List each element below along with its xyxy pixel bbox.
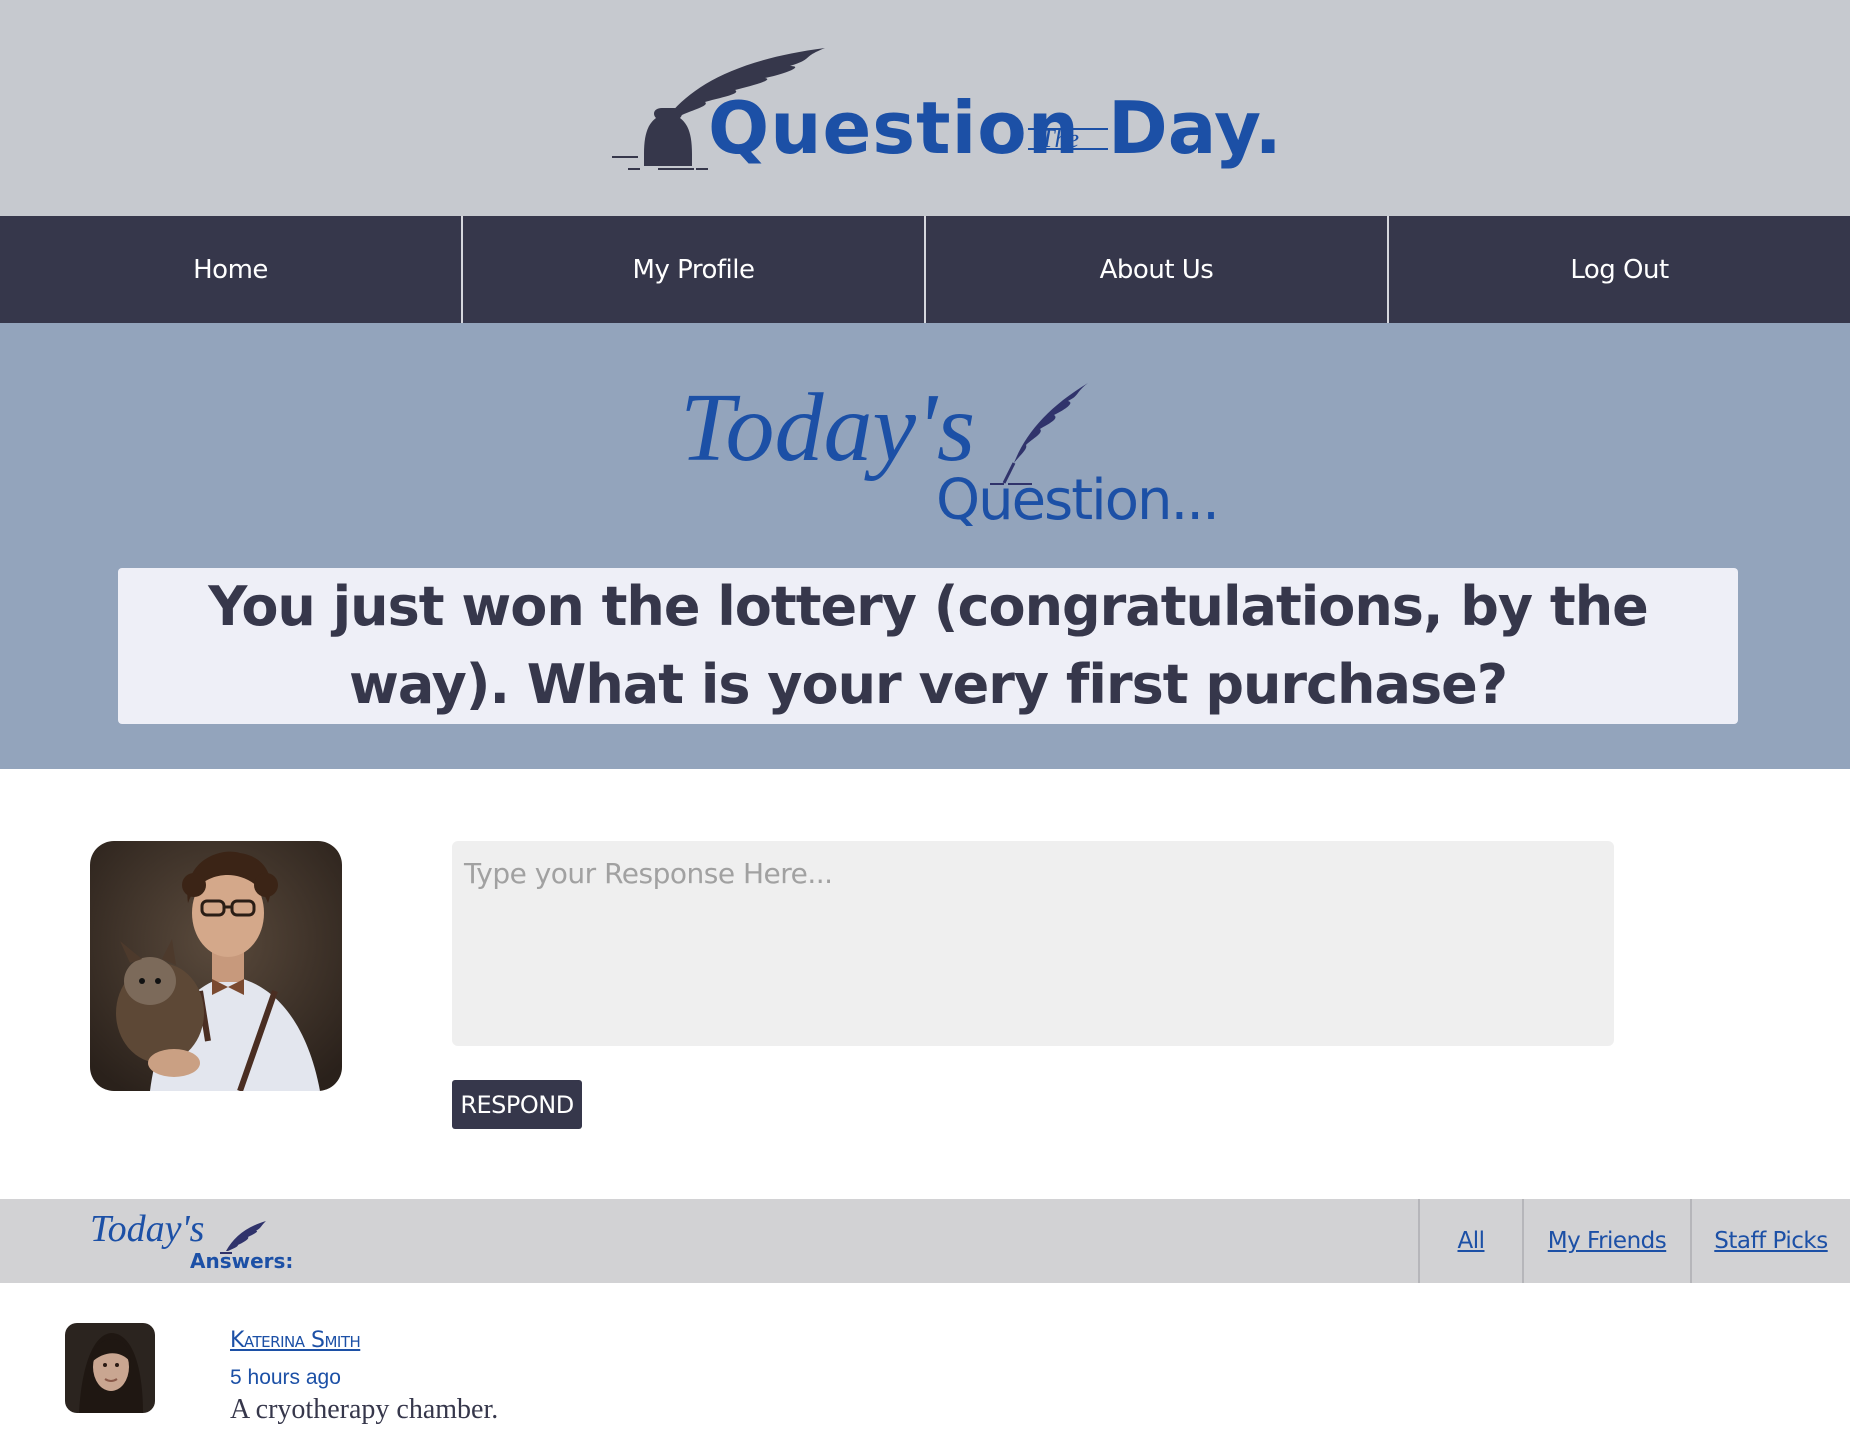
filter-tab-all[interactable]: All bbox=[1418, 1199, 1522, 1283]
answer-author-link[interactable]: Katerina Smith bbox=[230, 1328, 361, 1353]
answers-bar: Today's Answers: All My Friends Staff Pi… bbox=[0, 1199, 1850, 1283]
question-title-word: Question... bbox=[936, 468, 1220, 533]
filter-tab-my-friends[interactable]: My Friends bbox=[1522, 1199, 1690, 1283]
site-header: Question The Day. bbox=[0, 0, 1850, 216]
answer-timestamp: 5 hours ago bbox=[230, 1366, 341, 1389]
logo-word-day: Day. bbox=[1108, 86, 1282, 170]
filter-tab-staff-picks[interactable]: Staff Picks bbox=[1690, 1199, 1850, 1283]
avatar-photo bbox=[90, 841, 342, 1091]
answer-filter-tabs: All My Friends Staff Picks bbox=[1418, 1199, 1850, 1283]
logo-word-question: Question bbox=[708, 86, 1080, 170]
nav-item-about-us[interactable]: About Us bbox=[926, 216, 1389, 323]
question-hero: Today's Question... You just won the lot… bbox=[0, 323, 1850, 769]
nav-item-log-out[interactable]: Log Out bbox=[1389, 216, 1850, 323]
current-user-avatar bbox=[90, 841, 342, 1091]
question-text: You just won the lottery (congratulation… bbox=[208, 575, 1649, 716]
logo-rule-bottom bbox=[1028, 148, 1108, 150]
nav-item-my-profile[interactable]: My Profile bbox=[463, 216, 926, 323]
site-logo[interactable]: Question The Day. bbox=[600, 44, 1282, 174]
todays-answers-title: Today's Answers: bbox=[90, 1208, 300, 1275]
logo-the-box: The bbox=[1028, 122, 1108, 156]
answer-item: Katerina Smith 5 hours ago A cryotherapy… bbox=[0, 1300, 1850, 1430]
nav-item-home[interactable]: Home bbox=[0, 216, 463, 323]
answers-title-todays: Today's bbox=[90, 1208, 205, 1250]
answers-title-answers: Answers: bbox=[190, 1249, 294, 1273]
todays-question-title: Today's Question... bbox=[680, 374, 1220, 535]
main-nav: Home My Profile About Us Log Out bbox=[0, 216, 1850, 323]
answer-text: A cryotherapy chamber. bbox=[230, 1394, 499, 1425]
respond-button[interactable]: RESPOND bbox=[452, 1080, 582, 1129]
answer-author-avatar[interactable] bbox=[65, 1323, 155, 1413]
question-box: You just won the lottery (congratulation… bbox=[118, 568, 1738, 724]
response-input[interactable] bbox=[452, 841, 1614, 1046]
avatar-photo bbox=[65, 1323, 155, 1413]
todays-title-word: Today's bbox=[680, 374, 976, 482]
